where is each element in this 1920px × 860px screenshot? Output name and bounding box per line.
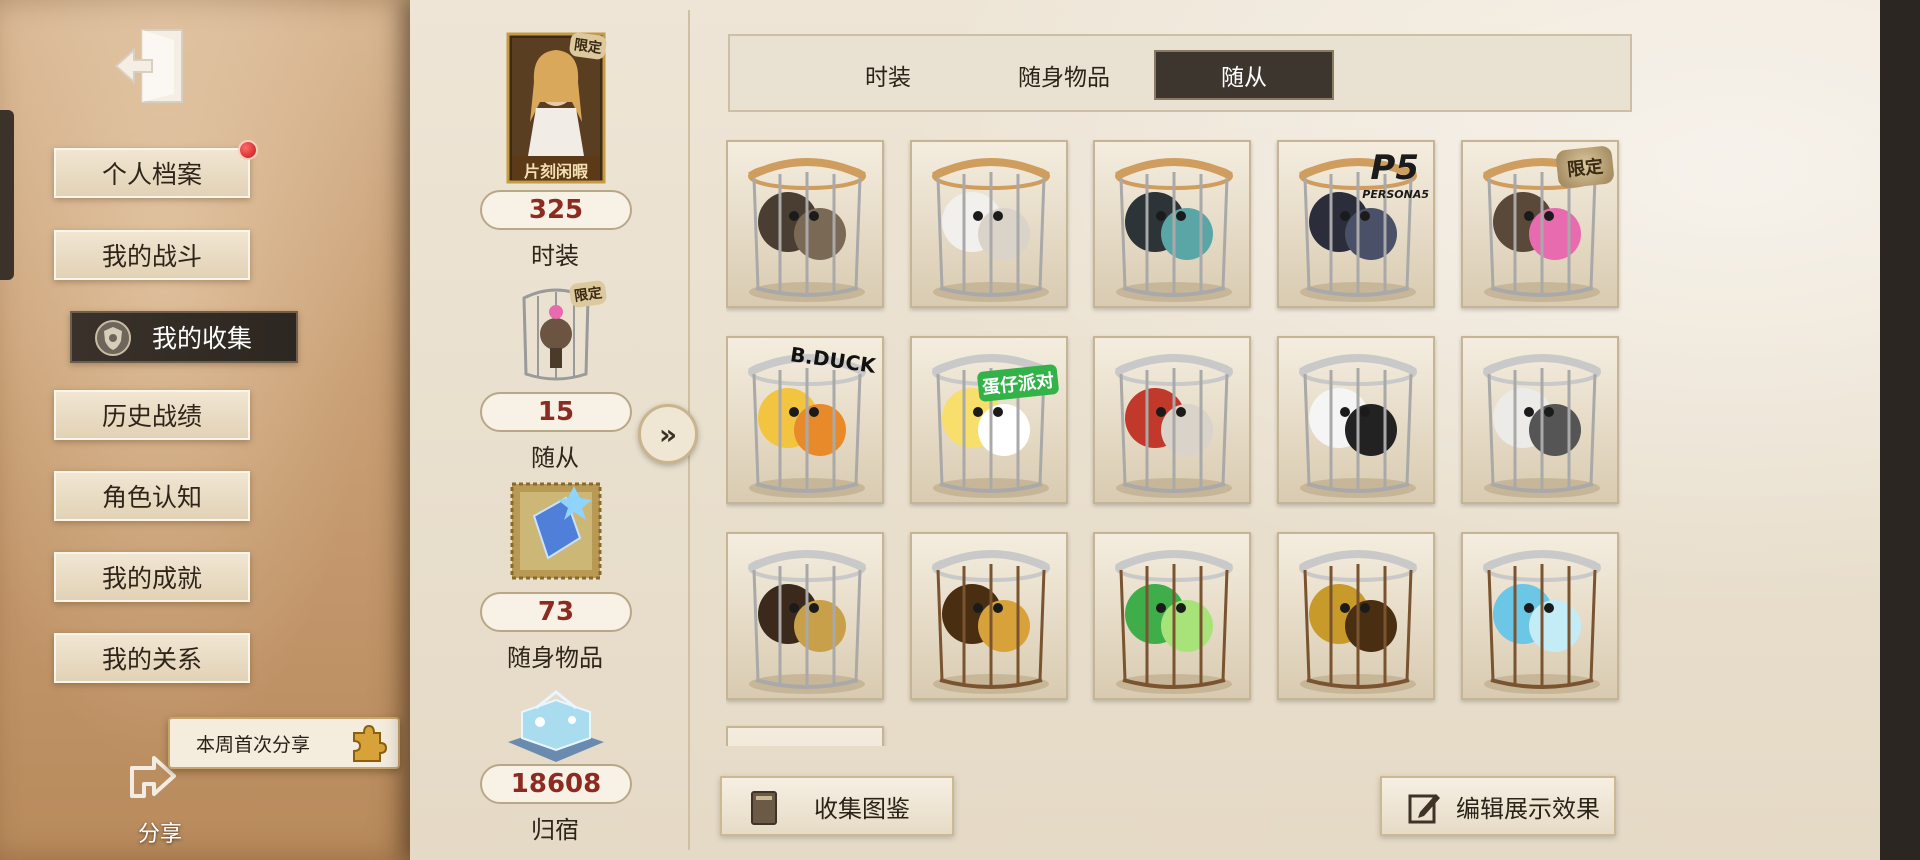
accordion-cage-icon <box>748 550 866 694</box>
accessory-count: 73 <box>480 592 632 632</box>
catalog-label: 收集图鉴 <box>814 794 910 823</box>
accessory-thumbnail[interactable] <box>506 476 606 586</box>
follower-card[interactable]: 蛋仔派对 <box>910 336 1068 504</box>
sidebar-item-achievements[interactable]: 我的成就 <box>54 552 250 602</box>
edit-display-button[interactable]: 编辑展示效果 <box>1380 776 1616 836</box>
tab-costume[interactable]: 时装 <box>798 50 978 100</box>
limited-badge: 限定 <box>1555 145 1615 189</box>
shield-emblem-icon <box>94 319 132 357</box>
follower-card[interactable]: B.DUCK <box>726 336 884 504</box>
follower-card[interactable] <box>1461 336 1619 504</box>
limited-badge: 限定 <box>568 31 608 61</box>
cat-red-cape-cage-icon <box>1115 354 1233 498</box>
book-icon <box>744 788 784 828</box>
sidebar-item-character[interactable]: 角色认知 <box>54 471 250 521</box>
follower-count: 15 <box>480 392 632 432</box>
clock-cage-icon <box>932 550 1050 694</box>
white-dog-cage-icon <box>932 158 1050 302</box>
sidebar-item-battles[interactable]: 我的战斗 <box>54 230 250 280</box>
follower-card[interactable] <box>1277 532 1435 700</box>
edit-icon <box>1404 788 1444 828</box>
follower-card[interactable] <box>1277 336 1435 504</box>
follower-grid: P5 PERSONA5 限定 B.DUCK 蛋仔派对 <box>726 128 1636 746</box>
follower-card[interactable] <box>1461 532 1619 700</box>
sidebar-item-history[interactable]: 历史战绩 <box>54 390 250 440</box>
persona5-subtitle: PERSONA5 <box>1362 188 1429 201</box>
home-count: 18608 <box>480 764 632 804</box>
expand-chevron-icon[interactable]: » <box>638 404 698 464</box>
sidebar-item-profile[interactable]: 个人档案 <box>54 140 258 198</box>
follower-card[interactable] <box>910 532 1068 700</box>
edge-handle <box>0 110 14 280</box>
home-label: 归宿 <box>531 816 579 844</box>
panda-cage-icon <box>1299 354 1417 498</box>
green-butterfly-cage-icon <box>1115 550 1233 694</box>
follower-card[interactable] <box>726 532 884 700</box>
egg-character-cage-icon <box>932 354 1050 498</box>
follower-card[interactable] <box>1093 140 1251 308</box>
accessory-label: 随身物品 <box>507 644 603 672</box>
persona5-badge: P5 <box>1370 148 1419 188</box>
sidebar-item-collection[interactable]: 我的收集 <box>70 311 298 363</box>
catalog-button[interactable]: 收集图鉴 <box>720 776 954 836</box>
follower-label: 随从 <box>531 444 579 472</box>
sidebar-item-label: 我的成就 <box>101 564 202 593</box>
rabbit-cage-icon <box>1483 354 1601 498</box>
sidebar-item-relations[interactable]: 我的关系 <box>54 633 250 683</box>
gramophone-cage-icon <box>1299 550 1417 694</box>
sidebar-item-label: 我的战斗 <box>101 242 202 271</box>
follower-card[interactable]: 限定 <box>1461 140 1619 308</box>
sidebar-item-label: 我的收集 <box>152 324 253 353</box>
blue-butterfly-cage-icon <box>1483 550 1601 694</box>
exit-icon[interactable] <box>112 24 190 108</box>
costume-label: 时装 <box>531 242 579 270</box>
sidebar-item-label: 我的关系 <box>101 645 202 674</box>
costume-thumbnail[interactable]: 片刻闲暇 限定 <box>506 31 608 184</box>
follower-card[interactable]: P5 PERSONA5 <box>1277 140 1435 308</box>
follower-card[interactable] <box>726 140 884 308</box>
follower-card[interactable] <box>1093 532 1251 700</box>
follower-card[interactable] <box>1093 336 1251 504</box>
weekly-share-tag[interactable]: 本周首次分享 <box>168 717 400 769</box>
antler-creature-cage-icon <box>1115 158 1233 302</box>
tab-follower[interactable]: 随从 <box>1154 50 1334 100</box>
puzzle-piece-icon <box>346 723 388 765</box>
sidebar-item-label: 个人档案 <box>101 160 202 189</box>
costume-count: 325 <box>480 190 632 230</box>
follower-thumbnail[interactable]: 限定 <box>506 278 608 388</box>
weekly-share-text: 本周首次分享 <box>196 733 311 756</box>
edit-display-label: 编辑展示效果 <box>1456 794 1600 823</box>
home-thumbnail[interactable] <box>500 682 612 774</box>
tab-accessory[interactable]: 随身物品 <box>974 50 1154 100</box>
notification-dot <box>238 140 258 160</box>
mechanical-robot-cage-icon <box>748 158 866 302</box>
right-border <box>1880 0 1920 860</box>
follower-card[interactable] <box>726 726 884 746</box>
sidebar-item-label: 角色认知 <box>101 483 202 512</box>
follower-card[interactable] <box>910 140 1068 308</box>
share-label: 分享 <box>137 822 182 847</box>
costume-name: 片刻闲暇 <box>524 162 589 181</box>
sidebar-item-label: 历史战绩 <box>101 402 202 431</box>
tab-bar: 时装 随身物品 随从 <box>728 34 1632 112</box>
